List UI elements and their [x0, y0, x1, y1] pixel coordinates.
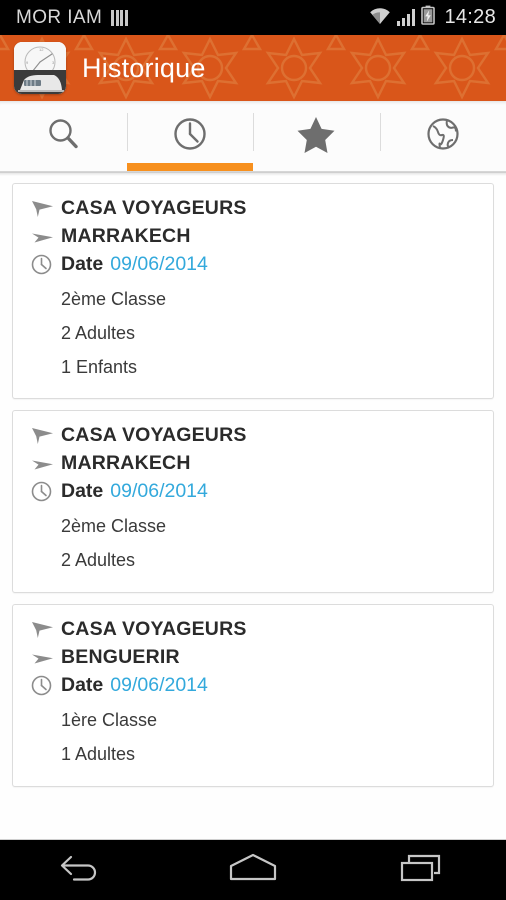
- background-pattern: [0, 35, 506, 101]
- home-icon: [224, 851, 282, 890]
- clock-icon: [31, 254, 61, 275]
- departure-station: CASA VOYAGEURS: [61, 197, 247, 219]
- recent-apps-icon: [396, 851, 448, 890]
- departure-row: CASA VOYAGEURS: [13, 424, 493, 447]
- recents-button[interactable]: [337, 851, 506, 890]
- star-icon: [295, 114, 337, 159]
- date-label: Date: [61, 674, 104, 697]
- history-list[interactable]: CASA VOYAGEURS MARRAKECH Date 09/06/2014…: [0, 172, 506, 840]
- cellular-signal-icon: [396, 9, 416, 26]
- date-row: Date 09/06/2014: [13, 253, 493, 276]
- svg-text:12: 12: [39, 47, 44, 52]
- home-button[interactable]: [169, 851, 338, 890]
- clock-label: 14:28: [444, 6, 496, 28]
- android-nav-bar: [0, 840, 506, 900]
- search-icon: [43, 114, 83, 159]
- wifi-icon: [369, 7, 391, 29]
- arrival-row: MARRAKECH: [13, 225, 493, 248]
- app-icon: 123 69: [14, 42, 66, 94]
- date-value: 09/06/2014: [110, 480, 208, 503]
- arrival-arrow-icon: [31, 229, 61, 245]
- battery-charging-icon: [421, 5, 436, 30]
- arrival-station: BENGUERIR: [61, 646, 180, 669]
- adults-detail: 2 Adultes: [61, 550, 136, 571]
- tab-indicator-history: [126, 163, 253, 171]
- app-header: 123 69 Historique: [0, 35, 506, 101]
- clock-icon: [31, 675, 61, 696]
- date-value: 09/06/2014: [110, 674, 208, 697]
- children-detail: 1 Enfants: [61, 356, 138, 377]
- date-row: Date 09/06/2014: [13, 674, 493, 697]
- tab-favorites[interactable]: [253, 101, 380, 171]
- tab-indicator-favorites: [253, 163, 380, 171]
- tab-world[interactable]: [379, 101, 506, 171]
- tab-bar: [0, 101, 506, 172]
- globe-icon: [423, 114, 463, 159]
- arrival-row: MARRAKECH: [13, 452, 493, 475]
- clock-icon: [31, 481, 61, 502]
- departure-arrow-icon: [31, 620, 61, 639]
- adults-detail: 1 Adultes: [61, 743, 136, 764]
- clock-icon: [170, 114, 210, 159]
- status-bar-left: MOR IAM: [16, 7, 128, 29]
- signal-bars-icon: [111, 9, 128, 26]
- arrival-arrow-icon: [31, 456, 61, 472]
- date-value: 09/06/2014: [110, 253, 208, 275]
- history-card[interactable]: CASA VOYAGEURS MARRAKECH Date 09/06/2014…: [12, 183, 494, 400]
- tab-history[interactable]: [126, 101, 253, 171]
- tab-indicator-search: [0, 163, 127, 171]
- class-detail: 2ème Classe: [61, 289, 167, 309]
- carrier-label: MOR IAM: [16, 6, 103, 28]
- arrival-row: BENGUERIR: [13, 646, 493, 669]
- departure-row: CASA VOYAGEURS: [13, 197, 493, 220]
- back-button[interactable]: [0, 851, 169, 890]
- tab-search[interactable]: [0, 101, 127, 171]
- class-detail: 1ère Classe: [61, 710, 158, 731]
- phone-screen: MOR IAM 14:28 12 3 9 Historique CASA VOY…: [0, 0, 506, 900]
- arrival-station: MARRAKECH: [61, 452, 191, 475]
- departure-station: CASA VOYAGEURS: [61, 618, 247, 641]
- tab-indicator-world: [380, 163, 506, 171]
- status-bar-right: 14:28: [369, 5, 496, 30]
- departure-arrow-icon: [31, 199, 61, 218]
- departure-arrow-icon: [31, 426, 61, 445]
- date-label: Date: [61, 480, 104, 503]
- arrival-arrow-icon: [31, 650, 61, 666]
- arrival-station: MARRAKECH: [61, 225, 191, 247]
- status-bar: MOR IAM 14:28: [0, 0, 506, 35]
- adults-detail: 2 Adultes: [61, 322, 136, 343]
- history-card[interactable]: CASA VOYAGEURS BENGUERIR Date 09/06/2014…: [12, 604, 494, 787]
- departure-row: CASA VOYAGEURS: [13, 618, 493, 641]
- history-card[interactable]: CASA VOYAGEURS MARRAKECH Date 09/06/2014…: [12, 410, 494, 594]
- date-label: Date: [61, 253, 104, 275]
- class-detail: 2ème Classe: [61, 516, 167, 537]
- page-title: Historique: [82, 52, 206, 83]
- date-row: Date 09/06/2014: [13, 480, 493, 503]
- back-arrow-icon: [58, 851, 110, 890]
- departure-station: CASA VOYAGEURS: [61, 424, 247, 447]
